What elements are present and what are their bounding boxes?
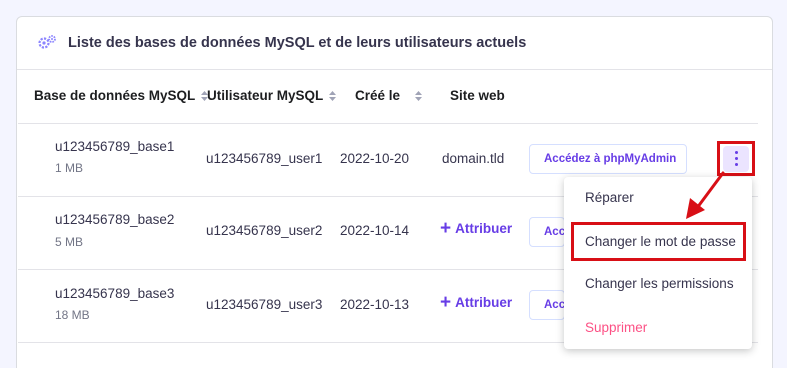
database-name: u123456789_base1 bbox=[55, 139, 175, 154]
menu-item-repair[interactable]: Réparer bbox=[585, 190, 634, 205]
annotation-highlight-box bbox=[571, 222, 746, 261]
card-header: Liste des bases de données MySQL et de l… bbox=[17, 17, 772, 70]
row-divider bbox=[18, 123, 758, 124]
kebab-icon bbox=[723, 145, 749, 172]
column-header-website: Site web bbox=[450, 88, 505, 103]
created-date: 2022-10-13 bbox=[340, 297, 410, 312]
assign-website-link[interactable]: + Attribuer bbox=[440, 219, 512, 238]
website: domain.tld bbox=[442, 151, 505, 166]
phpmyadmin-button[interactable]: Accédez à phpMyAdmin bbox=[529, 144, 687, 174]
card-title: Liste des bases de données MySQL et de l… bbox=[68, 35, 527, 51]
menu-item-change-permissions[interactable]: Changer les permissions bbox=[585, 276, 734, 291]
database-size: 18 MB bbox=[55, 308, 90, 322]
database-user: u123456789_user3 bbox=[206, 297, 323, 312]
plus-icon: + bbox=[440, 292, 452, 313]
menu-item-delete[interactable]: Supprimer bbox=[585, 320, 647, 335]
database-name: u123456789_base3 bbox=[55, 286, 175, 301]
created-date: 2022-10-20 bbox=[340, 151, 410, 166]
database-size: 1 MB bbox=[55, 161, 84, 175]
phpmyadmin-button[interactable]: Accédez à phpMyAdmin bbox=[529, 217, 565, 247]
database-user: u123456789_user2 bbox=[206, 223, 323, 238]
database-name: u123456789_base2 bbox=[55, 212, 175, 227]
column-header-created[interactable]: Créé le bbox=[355, 88, 423, 103]
assign-website-link[interactable]: + Attribuer bbox=[440, 293, 512, 312]
database-size: 5 MB bbox=[55, 235, 84, 249]
created-date: 2022-10-14 bbox=[340, 223, 410, 238]
column-header-user[interactable]: Utilisateur MySQL bbox=[207, 88, 337, 103]
sort-icon bbox=[415, 90, 423, 101]
database-user: u123456789_user1 bbox=[206, 151, 323, 166]
gears-icon bbox=[38, 35, 56, 49]
phpmyadmin-button[interactable]: Accédez à phpMyAdmin bbox=[529, 290, 565, 320]
column-header-database[interactable]: Base de données MySQL bbox=[34, 88, 209, 103]
annotation-arrow-icon bbox=[686, 171, 725, 219]
sort-icon bbox=[329, 90, 337, 101]
plus-icon: + bbox=[440, 218, 452, 239]
